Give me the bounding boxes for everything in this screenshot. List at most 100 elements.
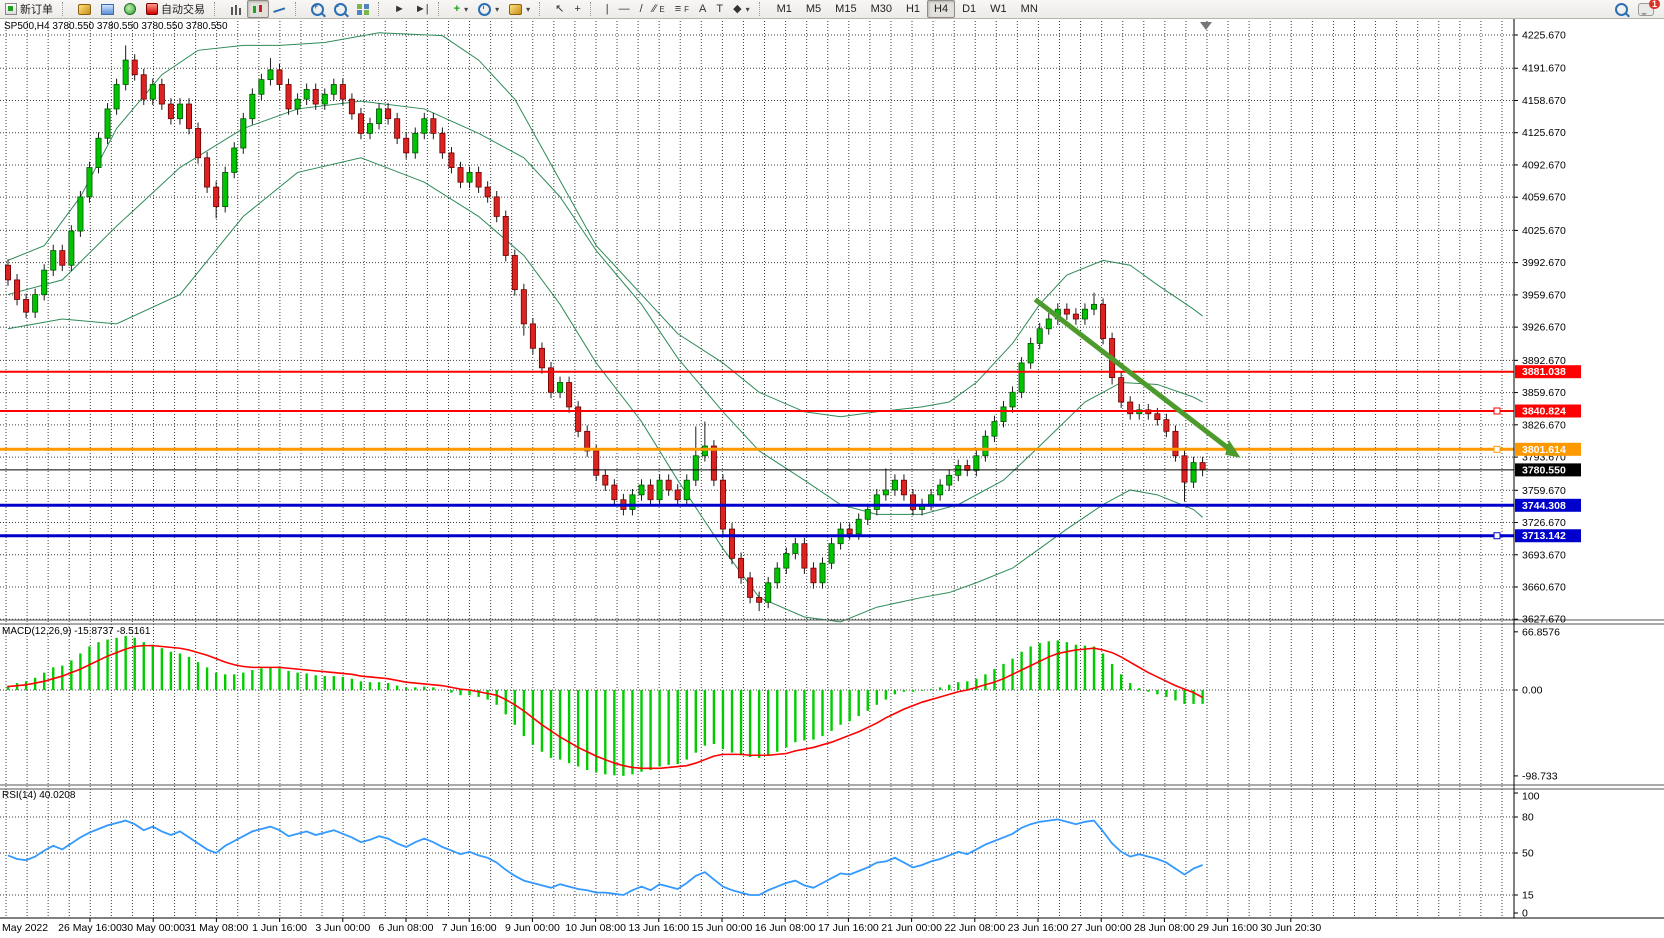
line-handle[interactable] [1494,533,1500,539]
templates-button[interactable]: ▾ [504,0,535,18]
candle-body [557,382,562,392]
candle-body [395,119,400,139]
candle-body [232,148,237,172]
candle-body [78,197,83,231]
price-axis-label: 4025.670 [1522,225,1566,237]
new-order-label: 新订单 [20,1,53,17]
candle-body [24,299,29,312]
notifications-icon[interactable]: 1 [1638,3,1654,16]
crosshair-button[interactable]: + [569,0,585,18]
chevron-down-icon: ▾ [526,5,530,14]
channel-label: E [659,5,664,14]
timeframe-m15[interactable]: M15 [828,0,863,18]
timeframe-m5[interactable]: M5 [799,0,828,18]
line-handle[interactable] [1494,408,1500,414]
chart-shift-button[interactable]: ►| [410,0,434,18]
candle-body [177,104,182,119]
candle-body [367,124,372,134]
bar-chart-icon [230,4,242,15]
rsi-line [8,819,1203,895]
candle-body [865,509,870,519]
candle-body [476,172,481,187]
zoom-in-button[interactable]: + [306,0,329,18]
bar-chart-button[interactable] [225,0,247,18]
autotrading-button[interactable]: 自动交易 [141,0,210,18]
price-tag-label: 3840.824 [1522,405,1566,417]
price-axis-label: 3660.670 [1522,582,1566,594]
candle-body [929,495,934,505]
candle-body [277,70,282,85]
horizontal-line-button[interactable]: — [614,0,635,18]
vertical-line-button[interactable]: | [601,0,614,18]
candle-body [883,490,888,495]
channel-icon: ∕∕ [653,3,657,15]
trading-terminal-window: { "toolbar": { "new_order_label": "新订单",… [0,0,1664,938]
candle-body [1046,319,1051,329]
zoom-out-button[interactable]: - [329,0,352,18]
add-indicator-icon: + [454,3,460,15]
text-tool-button[interactable]: A [694,0,711,18]
candle-body [684,480,689,500]
periods-button[interactable]: ▾ [473,0,504,18]
chart-shift-marker[interactable] [1200,22,1212,30]
candle-body [938,485,943,495]
charts-button[interactable] [73,0,96,18]
candle-body [1173,431,1178,455]
new-order-button[interactable]: 新订单 [0,0,58,18]
navigator-button[interactable] [119,0,141,18]
candle-body [114,85,119,109]
candle-body [811,568,816,583]
price-axis-label: 3892.670 [1522,355,1566,367]
trend-arrow-line[interactable] [1035,299,1234,452]
toolbar-separator [590,2,598,16]
timeframe-m30[interactable]: M30 [864,0,899,18]
notification-badge: 1 [1649,0,1660,9]
cursor-button[interactable]: ↖ [550,0,569,18]
line-chart-button[interactable] [269,0,291,18]
candle-body [874,495,879,510]
candle-body [467,172,472,182]
channel-button[interactable]: ∕∕E [648,0,670,18]
time-axis-label: 16 Jun 08:00 [755,922,816,934]
add-indicator-button[interactable]: +▾ [449,0,473,18]
candle-body [259,80,264,95]
time-axis-label: 15 Jun 00:00 [692,922,753,934]
timeframe-h1[interactable]: H1 [899,0,927,18]
toolbar-separator [378,2,386,16]
toolbar-separator [62,2,70,16]
price-axis-label: 3959.670 [1522,289,1566,301]
candle-body [223,172,228,206]
price-axis-label: 3693.670 [1522,549,1566,561]
timeframe-h4[interactable]: H4 [927,0,955,18]
timeframe-mn[interactable]: MN [1014,0,1045,18]
candle-chart-button[interactable] [247,0,269,18]
candle-body [748,578,753,598]
time-axis-label: 23 Jun 16:00 [1008,922,1069,934]
line-handle[interactable] [1494,446,1500,452]
auto-scroll-button[interactable]: ► [389,0,410,18]
search-icon[interactable] [1615,3,1628,16]
candle-body [775,568,780,583]
candle-body [33,295,38,313]
shapes-button[interactable]: ◆▾ [728,0,754,18]
toolbar-separator [759,2,767,16]
price-axis-label: 4158.670 [1522,95,1566,107]
tile-windows-button[interactable] [352,0,374,18]
timeframe-w1[interactable]: W1 [983,0,1014,18]
candle-body [1082,309,1087,319]
candle-body [612,485,617,500]
candle-body [268,70,273,80]
candle-body [1191,463,1196,483]
timeframe-d1[interactable]: D1 [955,0,983,18]
price-chart-canvas[interactable]: 4225.6704191.6704158.6704125.6704092.670… [0,0,1664,938]
label-tool-button[interactable]: T [711,0,728,18]
market-watch-button[interactable] [96,0,119,18]
charts-icon [78,4,91,15]
trendline-button[interactable]: / [635,0,648,18]
candle-body [630,495,635,510]
timeframe-m1[interactable]: M1 [770,0,799,18]
clock-icon [478,3,491,16]
candle-body [503,216,508,255]
time-axis-label: 17 Jun 16:00 [818,922,879,934]
fibonacci-button[interactable]: ≡F [670,0,694,18]
